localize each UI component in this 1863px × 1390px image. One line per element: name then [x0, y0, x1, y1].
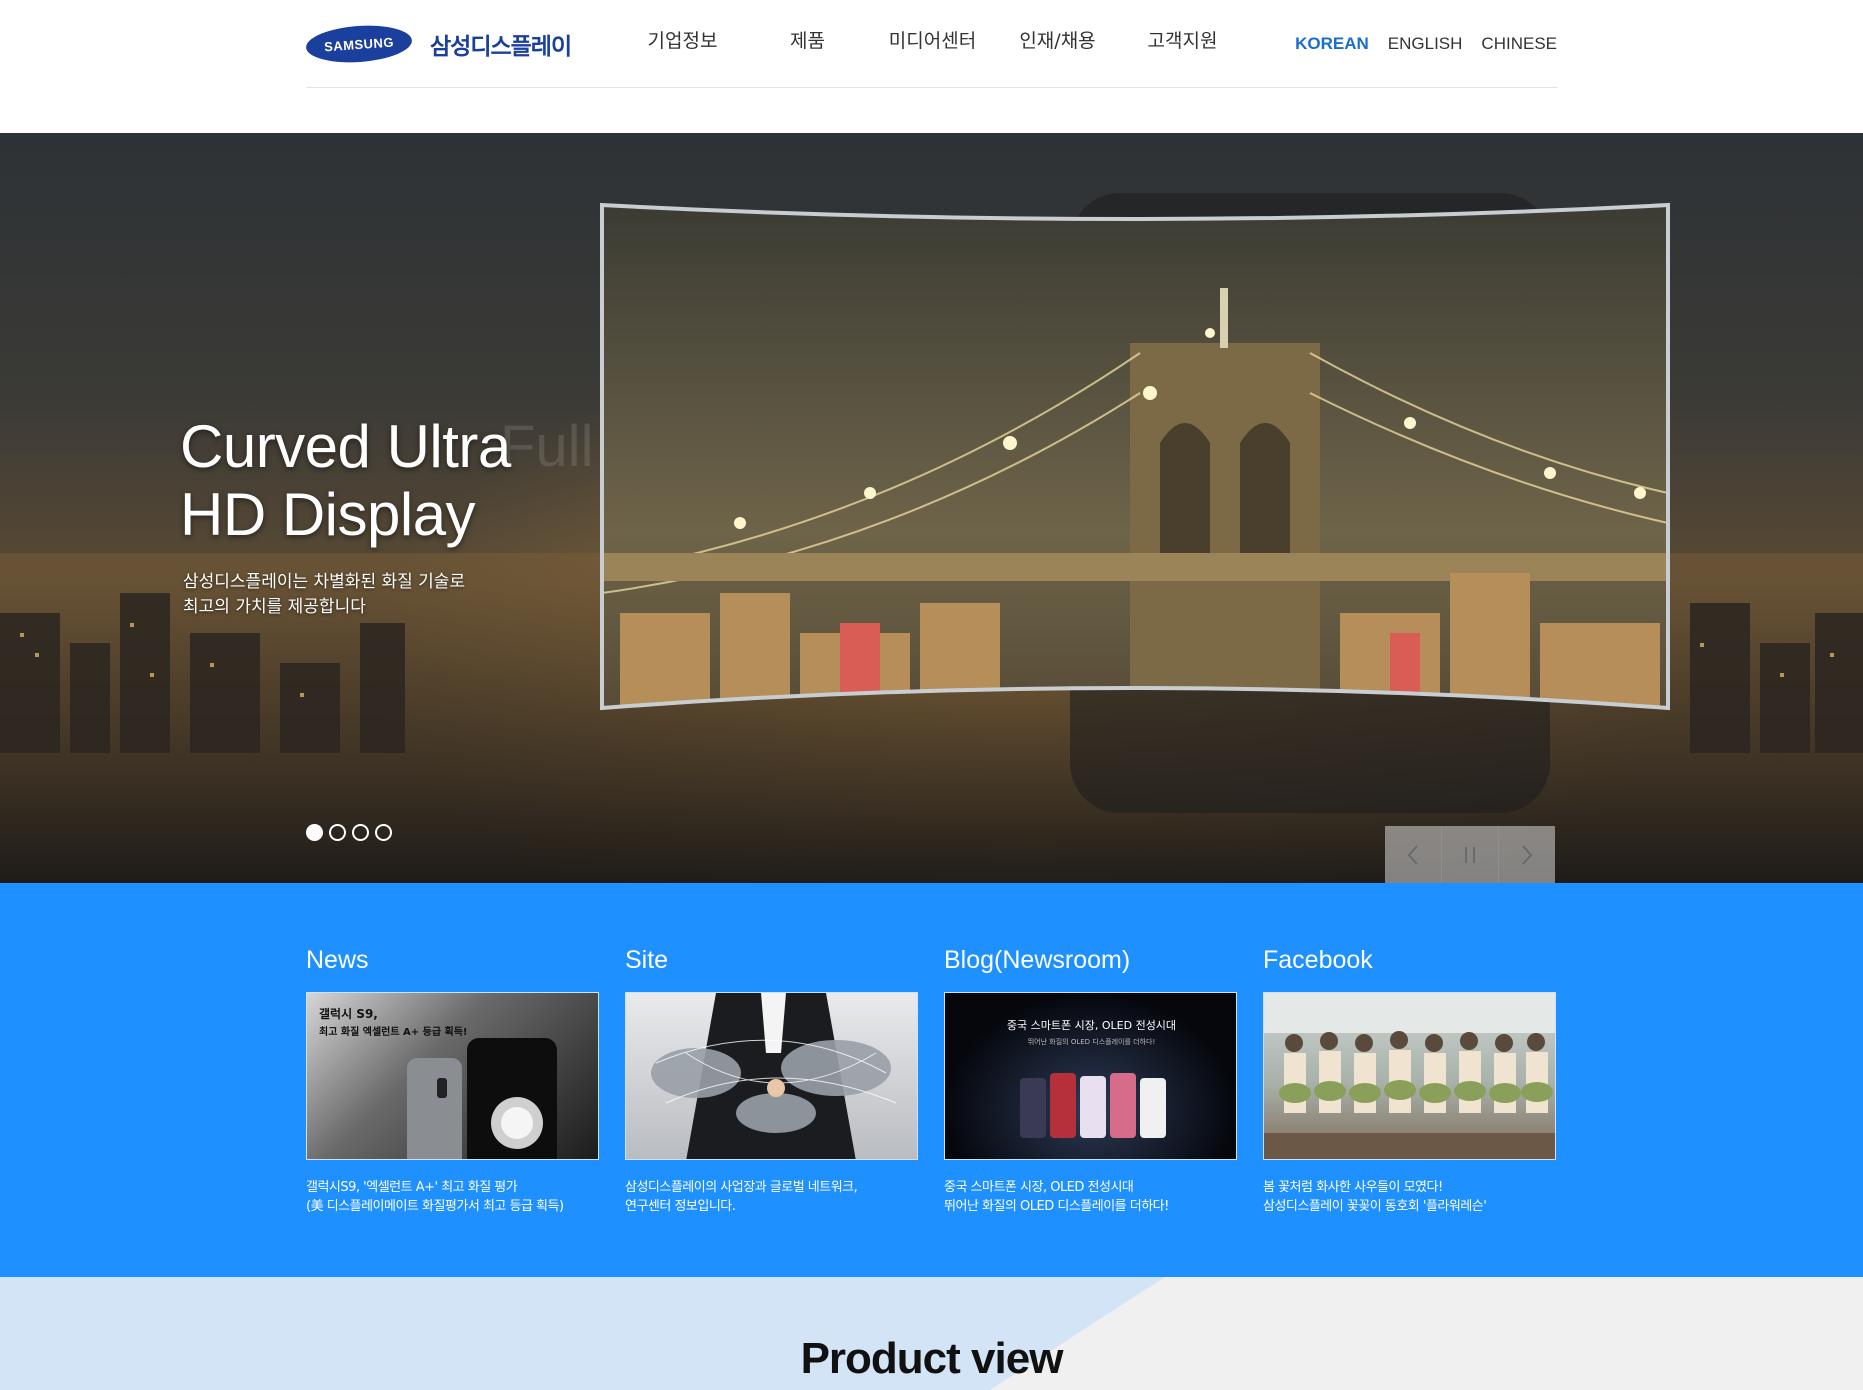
blog-thumb-caption1: 중국 스마트폰 시장, OLED 전성시대 — [1006, 1019, 1177, 1032]
nav-item-careers[interactable]: 인재/채용 — [995, 26, 1120, 53]
nav-item-products[interactable]: 제품 — [745, 26, 870, 53]
card-news: News 갤럭시 S9, 최고 화질 엑셀런트 A+ 등급 획득! 갤럭시S9,… — [306, 946, 599, 1216]
product-view-title: Product view — [800, 1334, 1064, 1383]
card-blog: Blog(Newsroom) 중국 스마트폰 시장, OLED 전성시대 뛰어난… — [944, 946, 1237, 1216]
card-site-line2: 연구센터 정보입니다. — [625, 1199, 736, 1214]
chevron-right-icon — [1522, 844, 1533, 865]
next-slide-button[interactable] — [1499, 826, 1555, 883]
hero-title-line1: Curved Ultra — [180, 413, 511, 480]
card-facebook-line2: 삼성디스플레이 꽃꽂이 동호회 '플라워레슨' — [1263, 1199, 1487, 1214]
card-facebook-thumbnail[interactable] — [1263, 992, 1556, 1160]
nav-item-company[interactable]: 기업정보 — [620, 26, 745, 53]
phones-image — [1020, 1073, 1166, 1138]
main-nav: 기업정보 제품 미디어센터 인재/채용 고객지원 — [620, 26, 1245, 53]
card-site-title[interactable]: Site — [625, 946, 918, 980]
lang-chinese[interactable]: CHINESE — [1481, 34, 1557, 54]
site-header: SAMSUNG 삼성디스플레이 기업정보 제품 미디어센터 인재/채용 고객지원… — [0, 0, 1863, 133]
card-news-line2: (美 디스플레이메이트 화질평가서 최고 등급 획득) — [306, 1199, 564, 1214]
card-blog-title[interactable]: Blog(Newsroom) — [944, 946, 1237, 980]
group-photo-image — [1264, 993, 1555, 1159]
nav-item-support[interactable]: 고객지원 — [1120, 26, 1245, 53]
hero-subtitle-line1: 삼성디스플레이는 차별화된 화질 기술로 — [183, 572, 466, 592]
blog-thumb-caption2: 뛰어난 화질의 OLED 디스플레이를 더하다! — [1027, 1038, 1156, 1046]
language-switcher: KOREAN ENGLISH CHINESE — [1295, 34, 1557, 54]
header-divider — [306, 87, 1558, 88]
card-facebook-title[interactable]: Facebook — [1263, 946, 1556, 980]
slide-indicators — [306, 824, 392, 841]
hero-title: Curved Ultra HD Display — [180, 413, 511, 549]
card-facebook-line1: 봄 꽃처럼 화사한 사우들이 모였다! — [1263, 1180, 1443, 1195]
card-news-line1: 갤럭시S9, '엑셀런트 A+' 최고 화질 평가 — [306, 1180, 518, 1195]
hero-title-line2: HD Display — [180, 481, 476, 548]
pause-icon — [1465, 846, 1475, 863]
chevron-left-icon — [1407, 844, 1418, 865]
slider-controls — [1385, 826, 1555, 883]
card-news-description[interactable]: 갤럭시S9, '엑셀런트 A+' 최고 화질 평가 (美 디스플레이메이트 화질… — [306, 1178, 599, 1216]
card-blog-description[interactable]: 중국 스마트폰 시장, OLED 전성시대 뛰어난 화질의 OLED 디스플레이… — [944, 1178, 1237, 1216]
news-thumb-caption1: 갤럭시 S9, — [319, 1007, 378, 1021]
hero-subtitle: 삼성디스플레이는 차별화된 화질 기술로 최고의 가치를 제공합니다 — [183, 570, 465, 620]
prev-slide-button[interactable] — [1385, 826, 1442, 883]
lang-english[interactable]: ENGLISH — [1388, 34, 1463, 54]
card-blog-line2: 뛰어난 화질의 OLED 디스플레이를 더하다! — [944, 1199, 1169, 1214]
logo-text: 삼성디스플레이 — [430, 34, 572, 60]
product-view-section: Product view — [0, 1277, 1863, 1390]
hero-subtitle-line2: 최고의 가치를 제공합니다 — [183, 597, 366, 617]
pause-slide-button[interactable] — [1442, 826, 1499, 883]
lang-korean[interactable]: KOREAN — [1295, 34, 1369, 54]
card-facebook-description[interactable]: 봄 꽃처럼 화사한 사우들이 모였다! 삼성디스플레이 꽃꽂이 동호회 '플라워… — [1263, 1178, 1556, 1216]
slide-dot-1[interactable] — [306, 824, 323, 841]
card-news-title[interactable]: News — [306, 946, 599, 980]
card-site-line1: 삼성디스플레이의 사업장과 글로벌 네트워크, — [625, 1180, 858, 1195]
slide-dot-4[interactable] — [375, 824, 392, 841]
card-news-thumbnail[interactable]: 갤럭시 S9, 최고 화질 엑셀런트 A+ 등급 획득! — [306, 992, 599, 1160]
slide-dot-3[interactable] — [352, 824, 369, 841]
card-site-thumbnail[interactable] — [625, 992, 918, 1160]
card-blog-thumbnail[interactable]: 중국 스마트폰 시장, OLED 전성시대 뛰어난 화질의 OLED 디스플레이… — [944, 992, 1237, 1160]
card-site: Site 삼성디스플레이의 사업장과 글로벌 네트워크, 연구센터 정보입니다. — [625, 946, 918, 1216]
card-blog-line1: 중국 스마트폰 시장, OLED 전성시대 — [944, 1180, 1134, 1195]
hero-slider: Full Screen Dual Edge — [0, 133, 1863, 883]
slide-dot-2[interactable] — [329, 824, 346, 841]
logo[interactable]: SAMSUNG 삼성디스플레이 — [304, 22, 572, 66]
phone-image — [407, 1038, 557, 1159]
samsung-logo-mark: SAMSUNG — [304, 22, 414, 66]
news-thumb-caption2: 최고 화질 엑셀런트 A+ 등급 획득! — [319, 1027, 468, 1038]
content-cards-section: News 갤럭시 S9, 최고 화질 엑셀런트 A+ 등급 획득! 갤럭시S9,… — [0, 883, 1863, 1277]
card-site-description[interactable]: 삼성디스플레이의 사업장과 글로벌 네트워크, 연구센터 정보입니다. — [625, 1178, 918, 1216]
nav-item-media[interactable]: 미디어센터 — [870, 26, 995, 53]
curved-display-image — [600, 193, 1670, 813]
card-facebook: Facebook 봄 꽃처럼 화사한 사우들이 모였다! 삼성디스플레이 꽃꽂이… — [1263, 946, 1556, 1216]
globe-network-image — [651, 993, 897, 1159]
